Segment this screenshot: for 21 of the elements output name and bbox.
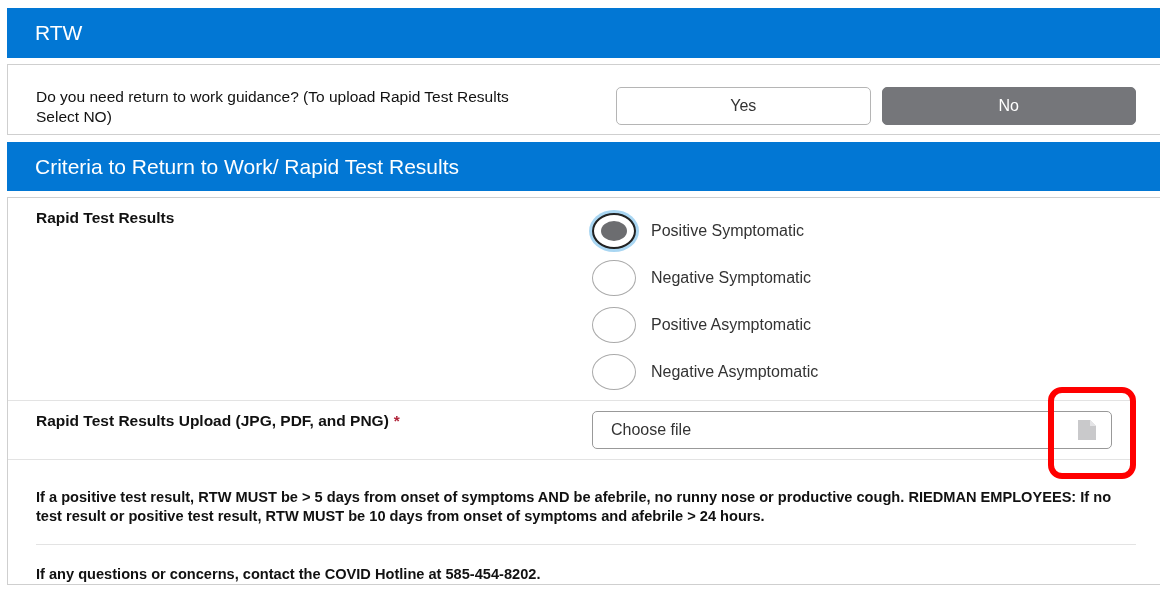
radio-button[interactable] [592, 259, 636, 296]
file-field[interactable]: Choose file [592, 411, 1112, 449]
question-label: Do you need return to work guidance? (To upload Rapid Test Results Select NO) [36, 87, 510, 127]
choice-button[interactable]: No [881, 87, 1136, 125]
radio-button[interactable] [592, 212, 636, 249]
radio-label: Negative Asymptomatic [651, 362, 819, 381]
field-label: Rapid Test Results [36, 208, 176, 228]
choice-button[interactable]: Yes [616, 87, 871, 125]
note-text: If a positive test result, RTW MUST be > 5 days from onset of symptoms AND be afebrile, no runny nose or productive cough. RIEDMAN EMPLOYEES: If no test result or positive test result, RTW MUST be 10 days from onset of symptoms and afebrile > 24 hours. [36, 489, 1112, 524]
radio-label: Positive Symptomatic [651, 221, 804, 240]
radio-button[interactable] [592, 306, 636, 343]
field-label: Rapid Test Results Upload (JPG, PDF, and PNG) [36, 411, 389, 431]
file-placeholder: Choose file [611, 421, 692, 439]
required-mark: * [393, 411, 400, 431]
document-icon [1077, 419, 1097, 441]
radio-button[interactable] [592, 353, 636, 390]
radio-label: Negative Symptomatic [651, 268, 812, 287]
radio-label: Positive Asymptomatic [651, 315, 812, 334]
note-text: If any questions or concerns, contact the COVID Hotline at 585-454-8202. [36, 566, 541, 582]
section-header: Criteria to Return to Work/ Rapid Test Results [7, 142, 1160, 191]
section-header: RTW [7, 8, 1160, 58]
